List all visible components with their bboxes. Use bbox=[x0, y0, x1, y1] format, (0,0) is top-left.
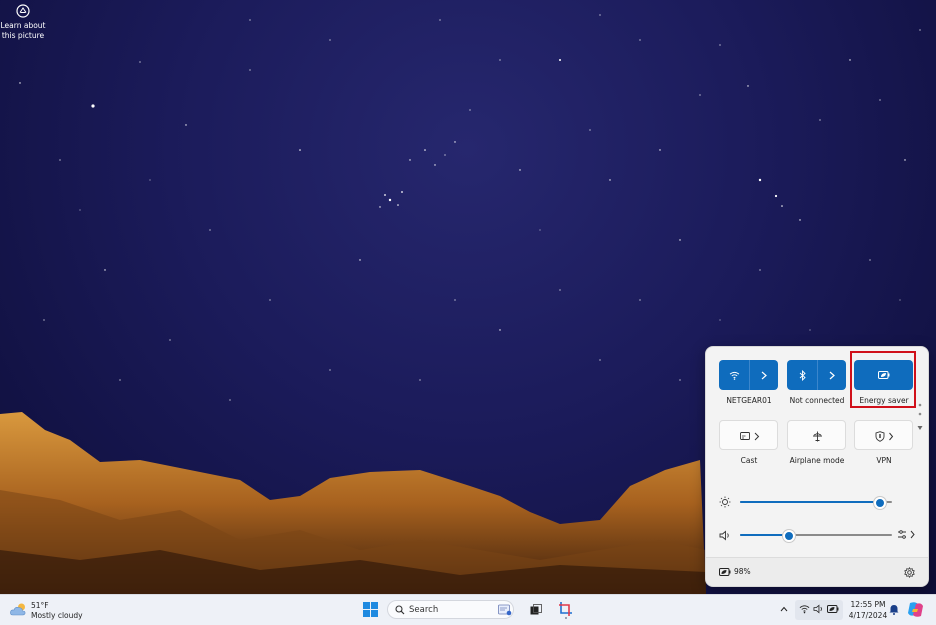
wifi-icon bbox=[799, 605, 810, 614]
quick-settings-footer: 98% bbox=[706, 557, 928, 586]
cast-icon bbox=[739, 431, 759, 440]
bluetooth-expand-button[interactable] bbox=[818, 360, 846, 390]
clock-time: 12:55 PM bbox=[850, 600, 886, 609]
vpn-label: VPN bbox=[876, 456, 892, 465]
taskbar-search-box[interactable]: Search bbox=[387, 600, 514, 619]
airplane-icon bbox=[813, 431, 822, 441]
vpn-shield-icon bbox=[875, 430, 893, 442]
partly-cloudy-icon bbox=[10, 603, 26, 616]
chevron-right-icon bbox=[829, 371, 835, 379]
vpn-tile[interactable] bbox=[854, 420, 913, 450]
bluetooth-tile[interactable] bbox=[787, 360, 846, 390]
volume-icon bbox=[813, 604, 822, 614]
airplane-mode-tile[interactable] bbox=[787, 420, 846, 450]
battery-leaf-icon bbox=[719, 567, 731, 576]
battery-percentage: 98% bbox=[734, 567, 751, 576]
cast-label: Cast bbox=[740, 456, 758, 465]
search-highlight-icon bbox=[498, 604, 512, 616]
wifi-icon bbox=[729, 371, 739, 380]
chevron-right-icon bbox=[761, 371, 767, 379]
notification-bell-icon[interactable] bbox=[889, 604, 899, 615]
settings-gear-icon[interactable] bbox=[904, 567, 915, 578]
taskbar: 51°F Mostly cloudy Search 12:55 PM 4/17/… bbox=[0, 594, 936, 625]
search-placeholder: Search bbox=[409, 605, 439, 615]
brightness-slider-thumb[interactable] bbox=[874, 497, 886, 509]
wifi-label: NETGEAR01 bbox=[726, 396, 772, 405]
camera-lens-icon bbox=[16, 4, 30, 18]
copilot-icon[interactable] bbox=[907, 601, 924, 618]
learn-label-line1: Learn about bbox=[0, 21, 46, 30]
start-windows-icon[interactable] bbox=[363, 602, 378, 617]
clock-date: 4/17/2024 bbox=[848, 611, 888, 620]
energy-saver-highlight-box bbox=[850, 351, 916, 408]
bluetooth-label: Not connected bbox=[789, 396, 845, 405]
wifi-tile[interactable] bbox=[719, 360, 778, 390]
volume-slider-thumb[interactable] bbox=[783, 530, 795, 542]
page-indicator[interactable] bbox=[917, 402, 923, 434]
chevron-up-icon[interactable] bbox=[780, 606, 788, 612]
learn-label-line2: this picture bbox=[1, 31, 45, 40]
audio-output-select-icon[interactable] bbox=[897, 529, 917, 540]
cast-tile[interactable] bbox=[719, 420, 778, 450]
battery-icon bbox=[827, 605, 839, 613]
search-icon bbox=[395, 605, 405, 615]
battery-status[interactable]: 98% bbox=[719, 567, 751, 576]
snipping-tool-icon[interactable] bbox=[558, 601, 574, 619]
airplane-mode-label: Airplane mode bbox=[789, 456, 845, 465]
learn-about-picture[interactable]: Learn about this picture bbox=[0, 4, 46, 41]
weather-description: Mostly cloudy bbox=[31, 611, 83, 620]
brightness-icon bbox=[719, 496, 731, 508]
bluetooth-icon bbox=[799, 369, 806, 381]
wifi-expand-button[interactable] bbox=[750, 360, 778, 390]
speaker-icon[interactable] bbox=[719, 530, 731, 541]
task-view-icon[interactable] bbox=[530, 604, 542, 615]
weather-temperature: 51°F bbox=[31, 601, 49, 610]
